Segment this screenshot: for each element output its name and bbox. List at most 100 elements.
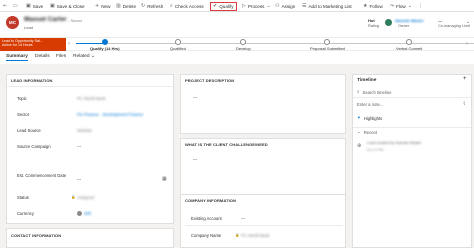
follow-label: Follow — [369, 3, 383, 9]
lead-source-label: Lead Source — [17, 128, 41, 133]
search-icon: ⌕ — [357, 90, 360, 95]
currency-value[interactable]: INR — [84, 211, 91, 216]
timeline-panel: Timeline + ⌕ Search timeline Enter a not… — [352, 74, 472, 248]
add-marketing-list-label: Add to Marketing List — [308, 3, 352, 9]
list-icon: ☰ — [302, 3, 307, 9]
stage-proposal-submitted[interactable]: Proposal Submitted — [310, 39, 345, 51]
existing-account-value[interactable]: --- — [241, 216, 245, 221]
add-marketing-list-button[interactable]: ☰ Add to Marketing List — [302, 2, 352, 10]
project-description-section: PROJECT DESCRIPTION --- — [180, 74, 346, 134]
stage-qualify[interactable]: Qualify (14 Hrs) — [90, 39, 120, 51]
flow-icon: ⤳ — [390, 3, 395, 9]
check-access-button[interactable]: ⌕ Check Access — [170, 2, 204, 10]
back-button[interactable]: ← — [3, 2, 7, 10]
owner-name[interactable]: Hannah Wasler — [395, 18, 424, 23]
lock-icon: 🔒 — [235, 233, 240, 237]
qualify-label: Qualify — [219, 3, 234, 9]
tab-related[interactable]: Related ⌄ — [73, 54, 95, 59]
stage-develop[interactable]: Develop — [236, 39, 251, 51]
new-window-button[interactable]: ▭ — [13, 2, 18, 10]
co-managing-value: --- — [438, 18, 442, 23]
divider — [353, 127, 471, 128]
status-value: Assigned — [77, 195, 95, 200]
chevron-down-icon[interactable]: ⌄ — [466, 19, 470, 25]
sector-value[interactable]: Fin Finance · Development Finance — [77, 112, 143, 117]
follow-button[interactable]: ★ Follow — [363, 2, 383, 10]
save-close-label: Save & Close — [56, 3, 85, 9]
timeline-highlights[interactable]: ✦ Highlights — [357, 116, 382, 121]
lead-source-value[interactable]: Website — [77, 128, 92, 133]
status-label: Status — [17, 195, 29, 200]
project-description-value[interactable]: --- — [193, 95, 197, 100]
client-challenge-value[interactable]: --- — [193, 157, 197, 162]
attach-icon[interactable]: ⌇ — [463, 101, 465, 107]
company-name-label: Company Name — [191, 233, 222, 238]
stage-qualified[interactable]: Qualified — [170, 39, 186, 51]
process-flag[interactable]: Lead to Opportunity Sal... Active for 14… — [0, 38, 66, 51]
record-header: MC Maxuel Carler - Saved Lead Hot Rating… — [0, 12, 474, 37]
process-label: Process — [247, 3, 265, 9]
refresh-button[interactable]: ↻ Refresh — [141, 2, 163, 10]
star-icon: ★ — [363, 3, 368, 9]
est-commencement-date-label: Est. Commencement Date — [17, 173, 67, 178]
stage-label: Qualified — [170, 45, 186, 51]
tab-summary[interactable]: Summary — [6, 54, 28, 61]
person-icon: ⚇ — [275, 3, 280, 9]
stage-dot — [174, 39, 181, 45]
more-commands-button[interactable]: ⋮ — [418, 2, 423, 10]
timeline-search[interactable]: ⌕ Search timeline — [357, 89, 392, 96]
stage-label: Qualify (14 Hrs) — [90, 45, 120, 51]
delete-label: Delete — [122, 3, 137, 9]
topic-value[interactable]: PC World Bank — [77, 96, 106, 101]
save-label: Save — [32, 3, 44, 9]
timeline-title: Timeline — [357, 78, 377, 83]
save-button[interactable]: ▣ Save — [26, 2, 43, 10]
tab-files[interactable]: Files — [56, 54, 66, 59]
timeline-search-placeholder: Search timeline — [362, 89, 392, 95]
assign-button[interactable]: ⚇ Assign — [275, 2, 295, 10]
divider — [7, 86, 173, 87]
new-label: New — [101, 3, 111, 9]
currency-label: Currency — [17, 211, 34, 216]
chevron-right-icon[interactable]: › — [466, 41, 468, 47]
tab-details[interactable]: Details — [35, 54, 50, 59]
section-title: COMPANY INFORMATION — [185, 198, 237, 203]
save-close-button[interactable]: ▣ Save & Close — [50, 2, 85, 10]
plus-icon: + — [95, 3, 100, 9]
timeline-note-input[interactable]: Enter a note... — [357, 102, 383, 107]
new-button[interactable]: + New — [95, 2, 110, 10]
existing-account-label: Existing Account — [191, 216, 222, 221]
process-icon: ▷ — [242, 3, 246, 9]
company-name-value: PC World Bank — [241, 233, 270, 238]
refresh-label: Refresh — [147, 3, 164, 9]
rating-label: Rating — [368, 24, 379, 28]
business-process-bar: Lead to Opportunity Sal... Active for 14… — [0, 37, 474, 51]
form-tabs: Summary Details Files Related ⌄ — [0, 51, 474, 64]
save-close-icon: ▣ — [50, 3, 55, 9]
owner-label: Owner — [398, 24, 410, 28]
source-campaign-label: Source Campaign — [17, 144, 51, 149]
timeline-recent-header[interactable]: ⌄ Recent — [357, 130, 377, 135]
est-commencement-date-value[interactable]: --- — [77, 177, 81, 182]
stage-dot — [406, 39, 413, 45]
record-name: Maxuel Carler — [24, 16, 67, 23]
process-button[interactable]: ▷ Process ⌄ — [242, 2, 271, 10]
contact-information-section: CONTACT INFORMATION — [6, 228, 174, 248]
stage-label: Develop — [236, 45, 251, 51]
delete-button[interactable]: ▥ Delete — [116, 2, 136, 10]
divider — [185, 225, 343, 226]
qualify-button[interactable]: ✔ Qualify — [210, 1, 237, 11]
save-icon: ▣ — [26, 3, 31, 9]
section-title: CONTACT INFORMATION — [11, 233, 62, 238]
add-icon[interactable]: + — [463, 76, 467, 82]
stage-verbal-commit[interactable]: Verbal Commit — [396, 39, 422, 51]
calendar-icon[interactable]: ▦ — [162, 176, 167, 182]
timeline-entry-text[interactable]: Lead created by Hannah Wasler — [367, 141, 463, 145]
chevron-left-icon[interactable]: ‹ — [68, 41, 70, 47]
avatar: MC — [6, 16, 19, 29]
check-icon: ✔ — [213, 3, 218, 9]
source-campaign-value[interactable]: --- — [77, 144, 81, 149]
flow-button[interactable]: ⤳ Flow ⌄ — [390, 2, 412, 10]
highlights-icon: ✦ — [357, 116, 361, 121]
stage-dot — [101, 39, 108, 45]
